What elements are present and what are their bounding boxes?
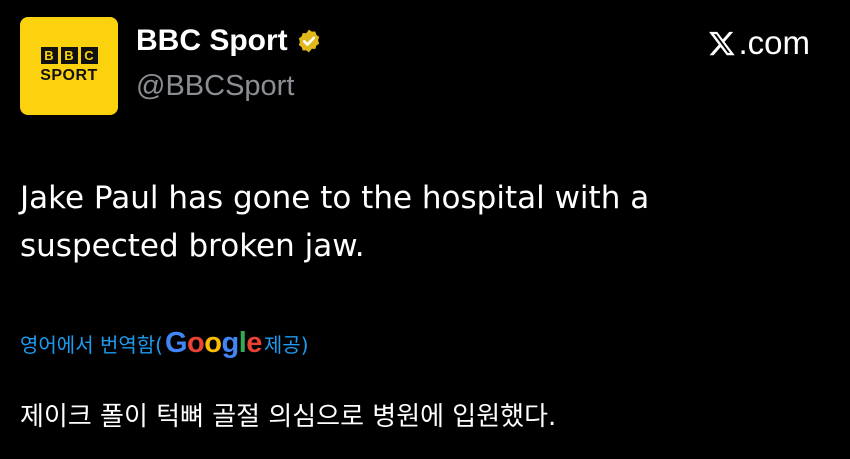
bbc-logo: B B C bbox=[40, 47, 98, 64]
avatar[interactable]: B B C SPORT bbox=[20, 17, 118, 115]
avatar-sport-word: SPORT bbox=[40, 67, 98, 84]
tweet-line: suspected broken jaw. bbox=[20, 228, 365, 264]
verified-badge-icon bbox=[298, 29, 319, 53]
google-letter: G bbox=[164, 327, 188, 359]
google-letter: o bbox=[187, 327, 205, 359]
bbc-letter-b1: B bbox=[40, 47, 58, 64]
google-logo: Google bbox=[165, 327, 262, 360]
x-logo-icon bbox=[709, 31, 736, 56]
google-letter: g bbox=[221, 327, 239, 359]
tweet-text: Jake Paul has gone to the hospital with … bbox=[20, 174, 800, 270]
translation-attribution[interactable]: 영어에서 번역함( Google 제공) bbox=[20, 327, 309, 360]
bbc-letter-c: C bbox=[80, 47, 98, 64]
bbc-letter-b2: B bbox=[60, 47, 78, 64]
display-name[interactable]: BBC Sport bbox=[136, 24, 288, 58]
site-domain: .com bbox=[738, 24, 810, 61]
translated-text: 제이크 폴이 턱뼈 골절 의심으로 병원에 입원했다. bbox=[20, 402, 557, 432]
google-letter: o bbox=[204, 327, 222, 359]
tweet-line: Jake Paul has gone to the hospital with … bbox=[20, 180, 650, 216]
account-name-row: BBC Sport bbox=[136, 24, 322, 58]
translation-suffix: 제공) bbox=[263, 333, 309, 357]
google-letter: e bbox=[246, 327, 262, 359]
translation-prefix: 영어에서 번역함( bbox=[20, 333, 163, 357]
site-label: .com bbox=[708, 24, 810, 62]
account-handle[interactable]: @BBCSport bbox=[136, 70, 294, 103]
